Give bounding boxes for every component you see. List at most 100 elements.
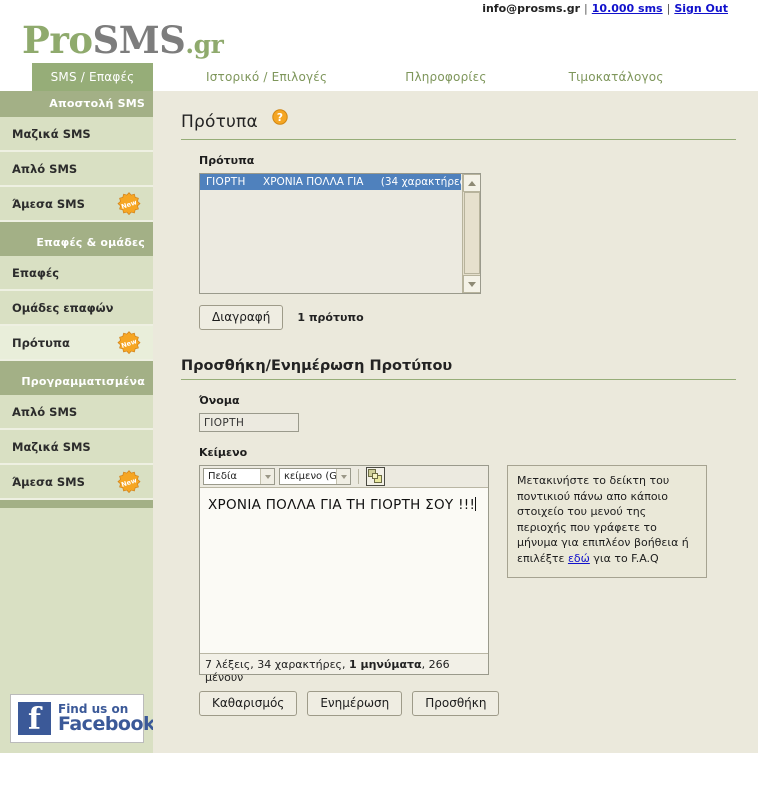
delete-button[interactable]: Διαγραφή [199, 305, 284, 330]
credits-link[interactable]: 10.000 sms [592, 2, 663, 15]
page-title-text: Πρότυπα [181, 112, 258, 132]
sign-out-link[interactable]: Sign Out [674, 2, 728, 15]
sidebar-item-contacts[interactable]: Επαφές [0, 256, 153, 291]
scroll-up-icon[interactable] [463, 174, 480, 192]
sidebar-item-scheduled-mass-sms[interactable]: Μαζικά SMS [0, 430, 153, 465]
nav-gap-1 [153, 63, 196, 91]
sidebar-divider-3 [0, 500, 153, 508]
sidebar-item-label: Ομάδες επαφών [12, 301, 114, 315]
site-logo[interactable]: ProSMS.gr [0, 16, 758, 63]
help-icon[interactable]: ? [271, 109, 288, 130]
form-actions: Καθαρισμός Ενημέρωση Προσθήκη [199, 691, 736, 716]
text-field-label: Κείμενο [199, 446, 248, 459]
editor-status-bar: 7 λέξεις, 34 χαρακτήρες, 1 μηνύματα, 266… [200, 653, 488, 684]
sidebar-group-title-scheduled: Προγραμματισμένα [0, 369, 153, 395]
encoding-dropdown-value: κείμενο (GS [284, 471, 336, 482]
list-actions-row: Διαγραφή 1 πρότυπο [199, 305, 736, 330]
facebook-widget[interactable]: f Find us on Facebook [10, 694, 156, 743]
account-email: info@prosms.gr [482, 2, 581, 15]
sidebar-item-label: Απλό SMS [12, 162, 78, 176]
status-words: 7 λέξεις, [205, 658, 254, 671]
template-name: ΓΙΟΡΤΗ [206, 176, 246, 188]
sidebar-item-instant-sms[interactable]: Άμεσα SMS New [0, 187, 153, 222]
list-item[interactable]: ΓΙΟΡΤΗ ΧΡΟΝΙΑ ΠΟΛΛΑ ΓΙΑ (34 χαρακτήρες) [200, 174, 470, 190]
scroll-down-icon[interactable] [463, 275, 480, 293]
tab-history-options[interactable]: Ιστορικό / Επιλογές [196, 63, 337, 91]
faq-link[interactable]: εδώ [568, 552, 590, 565]
facebook-name-label: Facebook [58, 712, 156, 735]
templates-listbox[interactable]: ΓΙΟΡΤΗ ΧΡΟΝΙΑ ΠΟΛΛΑ ΓΙΑ (34 χαρακτήρες) [199, 173, 481, 294]
sidebar-item-simple-sms[interactable]: Απλό SMS [0, 152, 153, 187]
scrollbar-thumb[interactable] [464, 192, 480, 274]
sidebar-item-label: Άμεσα SMS [12, 197, 85, 211]
svg-text:?: ? [276, 112, 282, 124]
template-count-label: 1 πρότυπο [297, 311, 364, 324]
content-area: Αποστολή SMS Μαζικά SMS Απλό SMS Άμεσα S… [0, 91, 758, 753]
sidebar: Αποστολή SMS Μαζικά SMS Απλό SMS Άμεσα S… [0, 91, 156, 753]
main-panel: Πρότυπα ? Πρότυπα ΓΙΟΡΤΗ ΧΡΟΝΙΑ ΠΟΛΛΑ ΓΙ… [153, 91, 758, 753]
template-char-count: (34 χαρακτήρες) [380, 176, 470, 188]
chevron-down-icon[interactable] [260, 469, 274, 484]
sidebar-divider-1 [0, 222, 153, 230]
text-caret [475, 497, 477, 511]
sidebar-item-label: Επαφές [12, 266, 60, 280]
account-topbar: info@prosms.gr | 10.000 sms | Sign Out [0, 0, 758, 16]
tab-sms-contacts[interactable]: SMS / Επαφές [32, 63, 153, 91]
infobox-text-after: για το F.A.Q [589, 551, 659, 565]
sidebar-group-title-send: Αποστολή SMS [0, 91, 153, 117]
template-name-input[interactable] [199, 413, 299, 432]
add-button[interactable]: Προσθήκη [412, 691, 500, 716]
message-textarea[interactable]: ΧΡΟΝΙΑ ΠΟΛΛΑ ΓΙΑ ΤΗ ΓΙΟΡΤΗ ΣΟΥ !!! [200, 488, 488, 653]
toolbar-divider [358, 469, 359, 484]
help-infobox: Μετακινήστε το δείκτη του ποντικιού πάνω… [507, 465, 707, 578]
nav-tabs: SMS / Επαφές Ιστορικό / Επιλογές Πληροφο… [0, 63, 758, 91]
fields-dropdown-value: Πεδία [208, 471, 238, 482]
status-messages: 1 μηνύματα [349, 658, 422, 671]
tab-information[interactable]: Πληροφορίες [395, 63, 496, 91]
name-field-label: Όνομα [199, 394, 240, 407]
sidebar-group-title-contacts: Επαφές & ομάδες [0, 230, 153, 256]
facebook-logo-icon: f [18, 702, 51, 737]
topbar-separator-1: | [584, 2, 588, 15]
tab-pricelist[interactable]: Τιμοκατάλογος [559, 63, 674, 91]
page-root: info@prosms.gr | 10.000 sms | Sign Out ProSM… [0, 0, 758, 808]
update-button[interactable]: Ενημέρωση [307, 691, 403, 716]
listbox-scrollbar[interactable] [462, 174, 480, 293]
editor-toolbar: Πεδία κείμενο (GS [200, 466, 488, 488]
chevron-down-icon[interactable] [336, 469, 350, 484]
insert-field-icon[interactable] [366, 467, 385, 486]
logo-sms: SMS [92, 18, 186, 62]
nav-gap-2 [337, 63, 395, 91]
status-chars: 34 χαρακτήρες, [257, 658, 346, 671]
templates-list-label: Πρότυπα [199, 154, 255, 167]
topbar-separator-2: | [666, 2, 671, 15]
sidebar-item-templates[interactable]: Πρότυπα New [0, 326, 153, 361]
main-navigation: SMS / Επαφές Ιστορικό / Επιλογές Πληροφο… [0, 63, 758, 109]
sidebar-divider-2 [0, 361, 153, 369]
new-badge-icon: New [117, 330, 141, 355]
nav-gap-3 [497, 63, 559, 91]
nav-left-spacer [0, 63, 32, 91]
facebook-text: Find us on Facebook [51, 702, 156, 735]
sidebar-item-label: Πρότυπα [12, 336, 70, 350]
sidebar-item-label: Μαζικά SMS [12, 440, 91, 454]
page-title: Πρότυπα ? [181, 109, 736, 140]
sidebar-item-label: Απλό SMS [12, 405, 78, 419]
sidebar-item-scheduled-simple-sms[interactable]: Απλό SMS [0, 395, 153, 430]
new-badge-icon: New [117, 191, 141, 216]
clear-button[interactable]: Καθαρισμός [199, 691, 298, 716]
template-body-preview: ΧΡΟΝΙΑ ΠΟΛΛΑ ΓΙΑ [263, 176, 364, 188]
sidebar-item-scheduled-instant-sms[interactable]: Άμεσα SMS New [0, 465, 153, 500]
message-text: ΧΡΟΝΙΑ ΠΟΛΛΑ ΓΙΑ ΤΗ ΓΙΟΡΤΗ ΣΟΥ !!! [208, 497, 476, 513]
new-badge-icon: New [117, 469, 141, 494]
fields-dropdown[interactable]: Πεδία [203, 468, 275, 485]
sidebar-item-mass-sms[interactable]: Μαζικά SMS [0, 117, 153, 152]
encoding-dropdown[interactable]: κείμενο (GS [279, 468, 351, 485]
sidebar-item-label: Μαζικά SMS [12, 127, 91, 141]
sidebar-item-label: Άμεσα SMS [12, 475, 85, 489]
message-editor: Πεδία κείμενο (GS [199, 465, 489, 684]
section-title-add-update: Προσθήκη/Ενημέρωση Προτύπου [181, 358, 736, 380]
logo-pro: Pro [22, 18, 93, 62]
logo-gr: .gr [185, 30, 224, 59]
sidebar-item-contact-groups[interactable]: Ομάδες επαφών [0, 291, 153, 326]
